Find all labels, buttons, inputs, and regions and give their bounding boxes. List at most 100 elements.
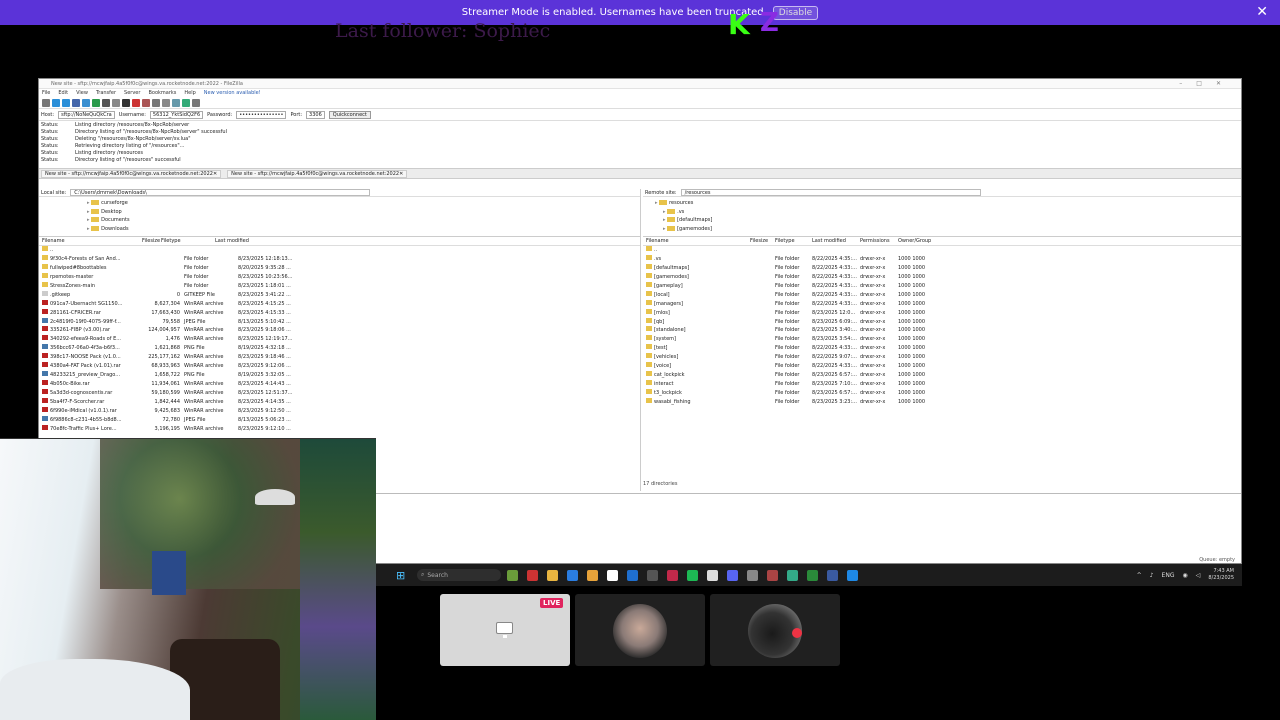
table-row[interactable]: [gameplay] File folder 8/22/2025 4:33:... d… — [646, 281, 1241, 291]
window-titlebar[interactable]: New site - sftp://mcwjfaip.4a5f0f0c@wing… — [39, 79, 1241, 89]
local-path-input[interactable]: C:\Users\dmrnek\Downloads\ — [70, 189, 371, 196]
toolbar-button-icon[interactable] — [132, 98, 140, 107]
column-header[interactable]: Filesize — [142, 238, 160, 244]
table-row[interactable]: [vehicles] File folder 8/22/2025 9:07:... d… — [646, 353, 1241, 362]
spotify-app-icon[interactable] — [687, 569, 698, 581]
table-row[interactable]: [defaultmaps] File folder 8/22/2025 4:33:.… — [646, 263, 1241, 273]
connection-tab[interactable]: New site - sftp://mcwjfaip.4a5f0f0c@wing… — [41, 169, 222, 178]
table-row[interactable]: rpemotes-master File folder 8/23/2025 10:2… — [42, 272, 640, 282]
column-header[interactable]: Filetype — [159, 238, 215, 244]
table-row[interactable]: .gitkeep 0 GITKEEP File 8/23/2025 3:41:22 .… — [42, 290, 640, 300]
settings-app-icon[interactable] — [707, 569, 718, 581]
table-row[interactable]: 70e8fc-Traffic Plus+ Lore... 3,196,195 Win… — [42, 424, 640, 434]
vscode-app-icon[interactable] — [847, 569, 858, 581]
column-header[interactable]: Owner/Group — [898, 238, 938, 244]
volume-icon[interactable]: ◁ — [1196, 572, 1201, 579]
column-header[interactable]: Last modified — [215, 238, 275, 244]
table-row[interactable]: 48233215_preview_Drago... 1,658,722 PNG Fi… — [42, 371, 640, 380]
toolbar-button-icon[interactable] — [122, 98, 130, 107]
close-icon[interactable]: ✕ — [1256, 4, 1268, 20]
table-row[interactable]: [local] File folder 8/22/2025 4:33:... drwx… — [646, 290, 1241, 300]
tree-node[interactable]: Downloads — [87, 225, 640, 234]
password-input[interactable]: ••••••••••••••• — [236, 110, 287, 119]
table-row[interactable]: 5ba4f7-F-Scorcher.rar 1,842,444 WinRAR arc… — [42, 397, 640, 407]
taskbar-clock[interactable]: 7:43 AM 8/23/2025 — [1208, 568, 1234, 582]
windows-start-icon[interactable]: ⊞ — [396, 569, 407, 582]
table-row[interactable]: 6f990e-iMdical (v1.0.1).rar 9,425,683 WinR… — [42, 406, 640, 416]
toolbar-button-icon[interactable] — [42, 98, 50, 107]
username-input[interactable]: 56312_YktSidQ2F6 — [149, 110, 204, 119]
tool-app-icon[interactable] — [647, 569, 658, 581]
table-row[interactable]: .. — [646, 246, 1241, 255]
close-icon[interactable]: ✕ — [399, 171, 403, 177]
game-app-icon[interactable] — [507, 569, 518, 581]
table-row[interactable]: 4380a4-FAT Pack (v1.01).rar 68,933,963 Win… — [42, 362, 640, 371]
table-row[interactable]: .. — [42, 246, 640, 255]
window-controls[interactable]: –□✕ — [1179, 80, 1235, 87]
table-row[interactable]: 4b050c-Bike.rar 11,934,061 WinRAR archive 8… — [42, 380, 640, 389]
column-header[interactable]: Filesize — [750, 238, 775, 244]
toolbar-button-icon[interactable] — [192, 98, 200, 107]
green-app-icon[interactable] — [787, 569, 798, 581]
tree-node[interactable]: [defaultmaps] — [655, 216, 1241, 225]
edge-app-icon[interactable] — [567, 569, 578, 581]
taskbar-search[interactable]: ⌕ Search — [417, 569, 501, 581]
menu-item[interactable]: New version available! — [204, 90, 261, 96]
excel-app-icon[interactable] — [807, 569, 818, 581]
table-row[interactable]: .vs File folder 8/22/2025 4:35:... drwxr-xr… — [646, 254, 1241, 264]
toolbar-button-icon[interactable] — [172, 98, 180, 107]
column-header[interactable]: Permissions — [860, 238, 898, 244]
toolbar-button-icon[interactable] — [62, 98, 70, 107]
remote-path-input[interactable]: /resources — [680, 189, 981, 196]
toolbar-button-icon[interactable] — [72, 98, 80, 107]
close-icon[interactable]: ✕ — [213, 171, 217, 177]
menu-item[interactable]: Server — [124, 90, 140, 96]
table-row[interactable]: 9f30c4-Forests of San And... File folder 8… — [42, 254, 640, 264]
table-row[interactable]: cat_lockpick File folder 8/23/2025 6:57:..… — [646, 371, 1241, 380]
toolbar-button-icon[interactable] — [182, 98, 190, 107]
table-row[interactable]: 2c4819f0-19f0-4075-99ff-f... 79,558 JPEG F… — [42, 317, 640, 327]
tree-node[interactable]: .vs — [655, 208, 1241, 217]
table-row[interactable]: [mlos] File folder 8/23/2025 12:0... drwxr-… — [646, 308, 1241, 318]
table-row[interactable]: fullwiped#8boottables File folder 8/20/202… — [42, 263, 640, 273]
folder-app-icon[interactable] — [587, 569, 598, 581]
toolbar-button-icon[interactable] — [112, 98, 120, 107]
table-row[interactable]: 335261-FIBP (v3.00).rar 124,004,957 WinRAR… — [42, 326, 640, 335]
table-row[interactable]: 398c17-NOOSE Pack (v1.0... 225,177,162 Win… — [42, 353, 640, 362]
participant-tile[interactable] — [575, 594, 705, 666]
tree-node[interactable]: curseforge — [87, 199, 640, 208]
wifi-icon[interactable]: ◉ — [1182, 572, 1187, 579]
table-row[interactable]: 281161-CFRICER.rar 17,663,430 WinRAR archi… — [42, 308, 640, 318]
language-indicator[interactable]: ENG — [1162, 572, 1175, 579]
table-row[interactable]: [voice] File folder 8/22/2025 4:33:... drwx… — [646, 362, 1241, 371]
column-header[interactable]: Filetype — [775, 238, 812, 244]
tree-node[interactable]: Documents — [87, 216, 640, 225]
toolbar-button-icon[interactable] — [102, 98, 110, 107]
discord-app-icon[interactable] — [727, 569, 738, 581]
table-row[interactable]: [system] File folder 8/23/2025 3:54:... drw… — [646, 335, 1241, 344]
menu-item[interactable]: Transfer — [96, 90, 116, 96]
column-header[interactable]: Last modified — [812, 238, 860, 244]
table-row[interactable]: 5a3d3d-cognoscentis.rar 59,180,599 WinRAR … — [42, 389, 640, 398]
tree-node[interactable]: resources — [655, 199, 1241, 208]
connection-tab[interactable]: New site - sftp://mcwjfaip.4a5f0f0c@wing… — [227, 169, 408, 178]
blue-app-icon[interactable] — [827, 569, 838, 581]
menu-item[interactable]: File — [42, 90, 50, 96]
table-row[interactable]: [managers] File folder 8/22/2025 4:33:... d… — [646, 299, 1241, 309]
column-header[interactable]: Filename — [646, 238, 750, 244]
quickconnect-button[interactable]: Quickconnect — [328, 110, 371, 119]
menu-item[interactable]: Help — [184, 90, 195, 96]
media-app-icon[interactable] — [747, 569, 758, 581]
table-row[interactable]: [standalone] File folder 8/23/2025 3:40:..… — [646, 326, 1241, 335]
toolbar-button-icon[interactable] — [152, 98, 160, 107]
column-header[interactable]: Filename — [42, 238, 142, 244]
toolbar-button-icon[interactable] — [92, 98, 100, 107]
toolbar-button-icon[interactable] — [162, 98, 170, 107]
menu-item[interactable]: View — [76, 90, 88, 96]
red-app-icon[interactable] — [767, 569, 778, 581]
host-input[interactable]: sftp://NoNeQuQkCra — [58, 110, 115, 119]
table-row[interactable]: [gamemodes] File folder 8/22/2025 4:33:...… — [646, 272, 1241, 282]
filezilla-app-icon[interactable] — [527, 569, 538, 581]
table-row[interactable]: 091ca7-Ubernacht SG1150... 8,627,304 WinRA… — [42, 299, 640, 309]
toolbar-button-icon[interactable] — [52, 98, 60, 107]
